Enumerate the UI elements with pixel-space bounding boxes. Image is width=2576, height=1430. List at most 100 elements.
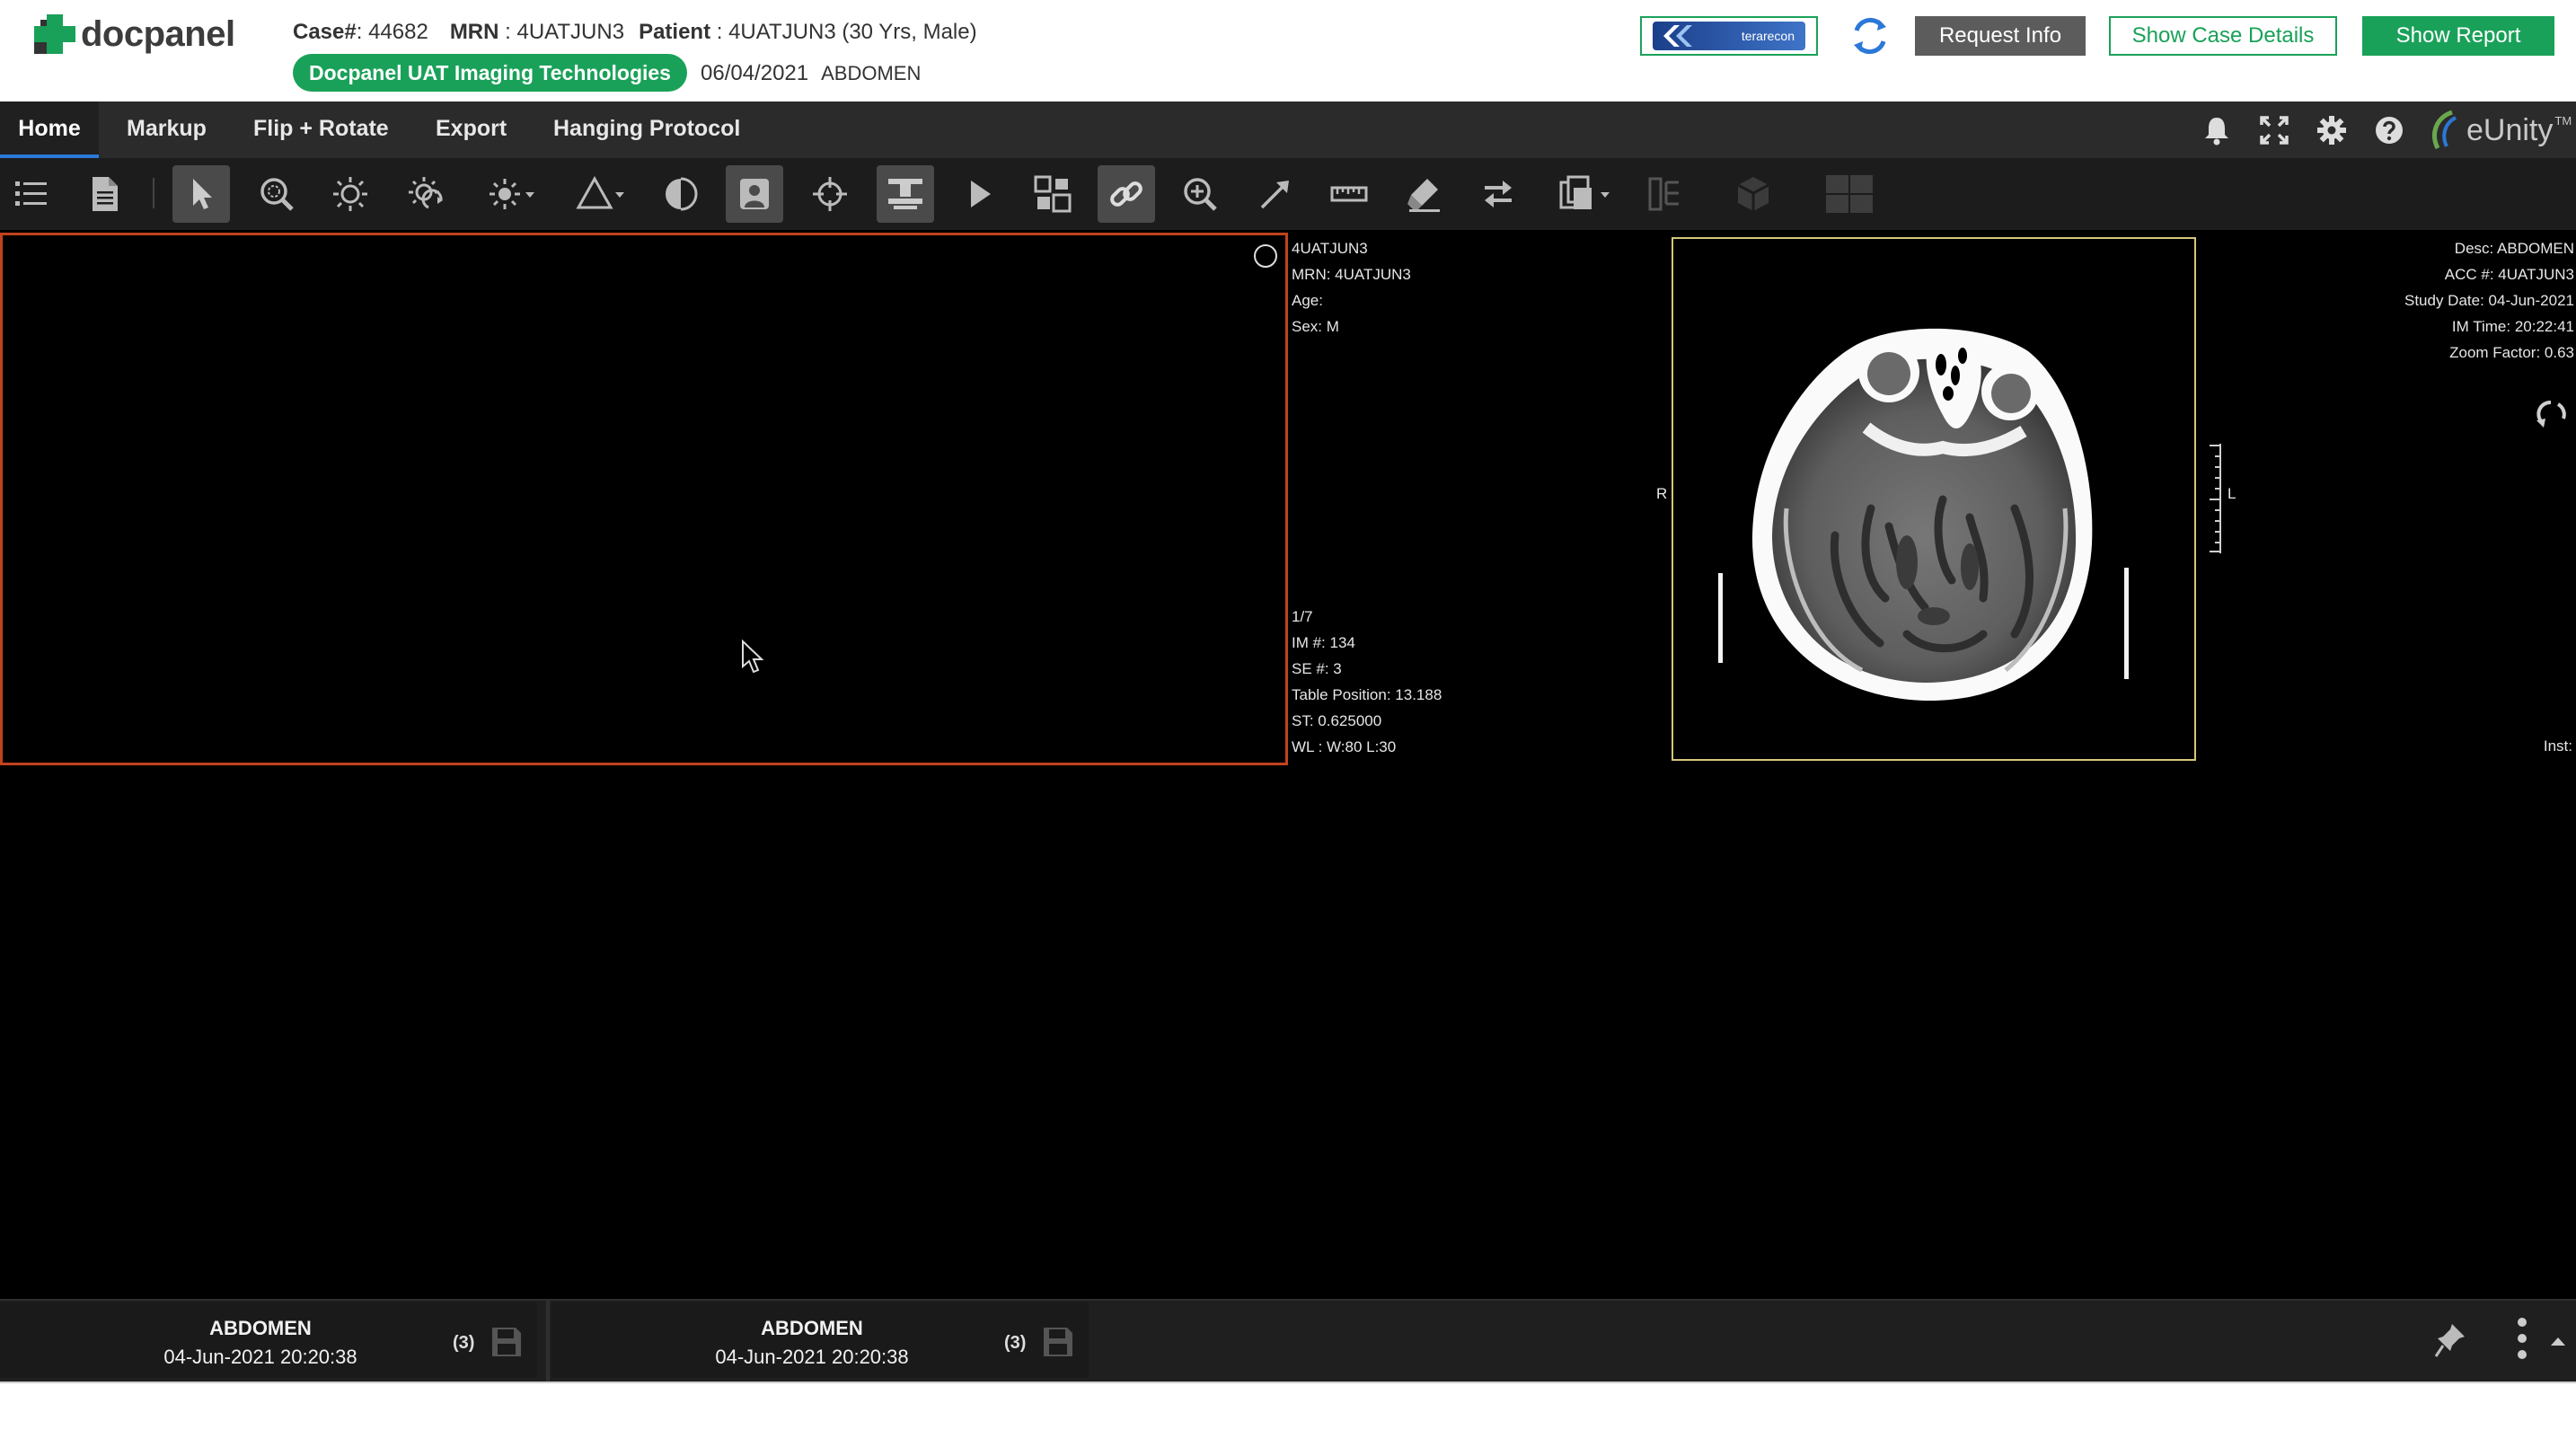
save-icon[interactable] xyxy=(1040,1324,1076,1360)
terarecon-label: terarecon xyxy=(1741,29,1795,43)
compare-icon xyxy=(1034,175,1072,213)
zoom-tool[interactable] xyxy=(1171,165,1229,223)
mouse-cursor-icon xyxy=(742,640,764,674)
tab-home[interactable]: Home xyxy=(0,102,99,158)
brand-name: docpanel xyxy=(81,13,235,54)
compare-tool[interactable] xyxy=(1024,165,1081,223)
overlay-accession: ACC #: 4UATJUN3 xyxy=(2444,266,2574,283)
series-list-button[interactable] xyxy=(2,165,59,223)
sun-icon xyxy=(333,177,367,211)
person-icon xyxy=(740,179,769,209)
case-label: Case# xyxy=(293,20,357,44)
orientation-left: L xyxy=(2228,485,2236,502)
bell-icon[interactable] xyxy=(2201,114,2233,146)
menu-bar: Home Markup Flip + Rotate Export Hanging… xyxy=(0,102,2576,158)
reset-tool[interactable] xyxy=(1469,165,1527,223)
save-icon[interactable] xyxy=(489,1324,525,1360)
sun-dropdown-icon xyxy=(490,179,534,209)
cine-tool[interactable] xyxy=(950,165,1008,223)
link-icon xyxy=(1110,181,1142,207)
eraser-tool[interactable] xyxy=(1396,165,1453,223)
invert-tool[interactable] xyxy=(652,165,710,223)
patient-label: Patient xyxy=(639,20,711,44)
series-name: ABDOMEN xyxy=(209,1317,312,1339)
list-icon xyxy=(15,181,47,206)
show-case-details-button[interactable]: Show Case Details xyxy=(2109,16,2337,56)
overlay-image-time: IM Time: 20:22:41 xyxy=(2451,318,2574,335)
chevron-up-icon[interactable] xyxy=(2549,1335,2567,1347)
help-icon[interactable] xyxy=(2373,114,2405,146)
tab-markup[interactable]: Markup xyxy=(127,102,207,158)
series-count: (3) xyxy=(1004,1333,1027,1353)
overlay-institution: Inst: xyxy=(2543,737,2572,755)
cube-icon xyxy=(1737,177,1769,211)
overlay-age: Age: xyxy=(1292,292,1323,309)
table-scan-icon xyxy=(888,179,922,209)
refresh-icon[interactable] xyxy=(1847,13,1893,59)
shapes-tool[interactable] xyxy=(564,165,636,223)
copy-dropdown-icon xyxy=(1559,175,1610,209)
overlay-image-number: IM #: 134 xyxy=(1292,634,1355,651)
window-level-tool[interactable] xyxy=(322,165,379,223)
terarecon-button[interactable]: terarecon xyxy=(1640,16,1818,56)
contrast-icon xyxy=(666,177,698,211)
ruler-tool[interactable] xyxy=(1320,165,1378,223)
overlay-sex: Sex: M xyxy=(1292,318,1339,335)
pointer-tool[interactable] xyxy=(172,165,230,223)
layout-grid-tool[interactable] xyxy=(1818,165,1881,223)
overlay-mrn: MRN: 4UATJUN3 xyxy=(1292,266,1411,283)
rotate-icon[interactable] xyxy=(2533,395,2571,433)
magnify-tool[interactable] xyxy=(248,165,305,223)
orientation-right: R xyxy=(1656,485,1668,502)
tab-flip-rotate[interactable]: Flip + Rotate xyxy=(253,102,389,158)
ct-head-scan-image xyxy=(1718,328,2129,702)
docpanel-logo[interactable]: docpanel xyxy=(31,11,235,57)
auto-window-tool[interactable] xyxy=(397,165,454,223)
show-report-button[interactable]: Show Report xyxy=(2362,16,2554,56)
stack-sync-tool[interactable] xyxy=(877,165,934,223)
magnifier-icon xyxy=(260,178,294,211)
copy-tool[interactable] xyxy=(1545,165,1626,223)
3d-tool[interactable] xyxy=(1725,165,1782,223)
study-description: ABDOMEN xyxy=(821,62,922,84)
series-thumbnail[interactable]: ABDOMEN 04-Jun-2021 20:20:38 (3) xyxy=(551,1302,1089,1378)
viewport-circle-icon[interactable] xyxy=(1254,244,1277,268)
link-tool[interactable] xyxy=(1098,165,1155,223)
arrow-icon xyxy=(1260,181,1289,209)
window-presets-tool[interactable] xyxy=(474,165,546,223)
gear-icon[interactable] xyxy=(2316,114,2348,146)
overlay-table-position: Table Position: 13.188 xyxy=(1292,686,1442,703)
play-icon xyxy=(971,181,991,207)
pin-icon[interactable] xyxy=(2432,1320,2468,1360)
overlay-description: Desc: ABDOMEN xyxy=(2454,240,2574,257)
tab-hanging-protocol[interactable]: Hanging Protocol xyxy=(553,102,740,158)
request-info-button[interactable]: Request Info xyxy=(1915,16,2086,56)
overlay-patient-id: 4UATJUN3 xyxy=(1292,240,1368,257)
study-date: 06/04/2021 xyxy=(701,61,809,85)
series-date: 04-Jun-2021 20:20:38 xyxy=(163,1346,357,1368)
eunity-swoosh-icon xyxy=(2432,110,2457,150)
sun-auto-icon xyxy=(409,177,443,209)
overlay-bottom-left: 1/7 IM #: 134 SE #: 3 Table Position: 13… xyxy=(1292,604,1442,760)
mpr-tool[interactable] xyxy=(1636,165,1694,223)
arrow-tool[interactable] xyxy=(1247,165,1304,223)
case-value: : 44682 xyxy=(356,20,428,44)
triangle-icon xyxy=(576,175,624,209)
mrn-value: : 4UATJUN3 xyxy=(505,20,625,44)
terarecon-logo: terarecon xyxy=(1653,22,1805,50)
ct-image-viewport[interactable] xyxy=(1672,237,2196,761)
series-divider xyxy=(546,1301,550,1381)
crosshair-tool[interactable] xyxy=(801,165,859,223)
study-info: 06/04/2021 ABDOMEN xyxy=(701,61,921,86)
more-vertical-icon[interactable] xyxy=(2511,1315,2533,1362)
series-thumbnail[interactable]: ABDOMEN 04-Jun-2021 20:20:38 (3) xyxy=(0,1302,537,1378)
tab-export[interactable]: Export xyxy=(436,102,507,158)
mpr-icon xyxy=(1648,177,1679,211)
eunity-logo: eUnity TM xyxy=(2425,109,2572,152)
case-info: Case#: 44682 MRN : 4UATJUN3 Patient : 4UAT… xyxy=(293,20,977,45)
fullscreen-icon[interactable] xyxy=(2258,114,2290,146)
patient-position-tool[interactable] xyxy=(726,165,783,223)
active-viewport[interactable] xyxy=(0,233,1288,765)
report-button[interactable] xyxy=(75,165,133,223)
toolbar xyxy=(0,158,2576,230)
